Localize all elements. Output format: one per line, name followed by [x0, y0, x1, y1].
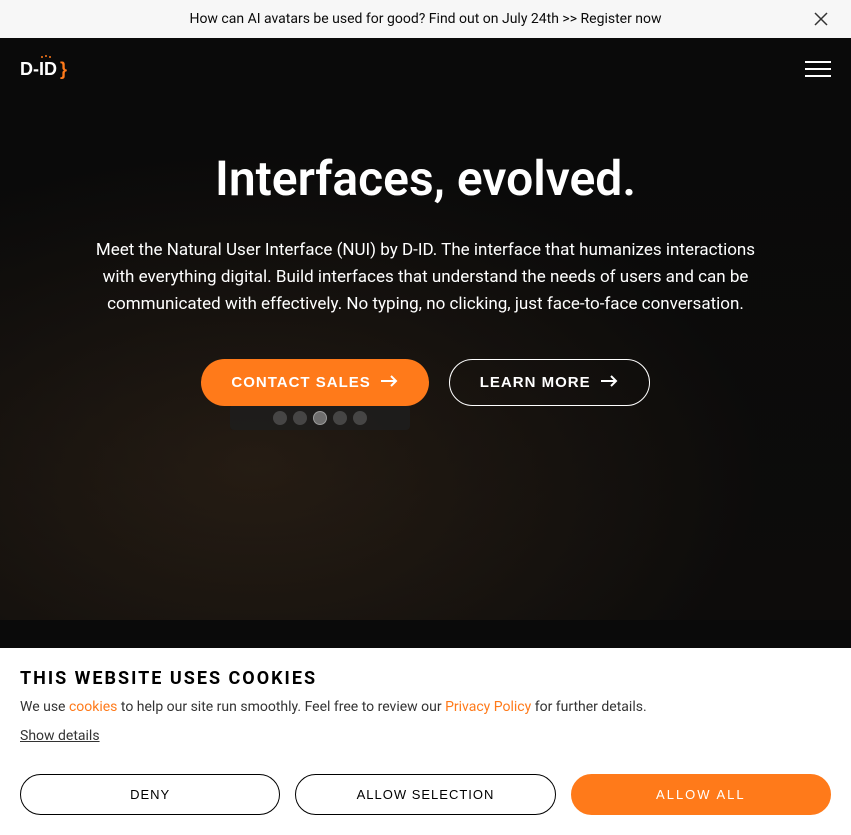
- privacy-policy-link[interactable]: Privacy Policy: [445, 699, 531, 715]
- show-details-link[interactable]: Show details: [20, 728, 100, 744]
- learn-more-button[interactable]: LEARN MORE: [449, 359, 650, 406]
- close-icon[interactable]: [811, 9, 831, 29]
- allow-selection-button[interactable]: ALLOW SELECTION: [295, 774, 555, 815]
- video-preview-controls: [230, 405, 410, 430]
- hamburger-line: [805, 75, 831, 77]
- site-header: D-ID }: [0, 38, 851, 100]
- hamburger-menu-icon[interactable]: [805, 61, 831, 77]
- logo[interactable]: D-ID }: [20, 53, 70, 85]
- cookies-link[interactable]: cookies: [69, 699, 117, 715]
- announcement-text[interactable]: How can AI avatars be used for good? Fin…: [189, 11, 661, 27]
- hero-content: Interfaces, evolved. Meet the Natural Us…: [40, 150, 811, 406]
- cookie-text-suffix: for further details.: [531, 699, 646, 715]
- hero-section: Interfaces, evolved. Meet the Natural Us…: [0, 100, 851, 620]
- deny-button[interactable]: DENY: [20, 774, 280, 815]
- cookie-text-mid: to help our site run smoothly. Feel free…: [117, 699, 445, 715]
- hero-description: Meet the Natural User Interface (NUI) by…: [86, 237, 766, 319]
- cookie-banner: THIS WEBSITE USES COOKIES We use cookies…: [0, 648, 851, 835]
- hero-buttons: CONTACT SALES LEARN MORE: [40, 359, 811, 406]
- hamburger-line: [805, 61, 831, 63]
- control-dot: [293, 411, 307, 425]
- control-dot: [273, 411, 287, 425]
- control-dot: [333, 411, 347, 425]
- cookie-text: We use cookies to help our site run smoo…: [20, 699, 831, 715]
- button-label: CONTACT SALES: [231, 374, 370, 391]
- svg-text:D-ID: D-ID: [20, 59, 57, 79]
- announcement-bar: How can AI avatars be used for good? Fin…: [0, 0, 851, 38]
- cookie-text-prefix: We use: [20, 699, 69, 715]
- cookie-buttons: DENY ALLOW SELECTION ALLOW ALL: [20, 774, 831, 815]
- arrow-right-icon: [601, 374, 619, 391]
- contact-sales-button[interactable]: CONTACT SALES: [201, 359, 428, 406]
- arrow-right-icon: [381, 374, 399, 391]
- hamburger-line: [805, 68, 831, 70]
- hero-title: Interfaces, evolved.: [40, 150, 811, 207]
- cookie-title: THIS WEBSITE USES COOKIES: [20, 668, 831, 689]
- button-label: LEARN MORE: [480, 374, 591, 391]
- allow-all-button[interactable]: ALLOW ALL: [571, 774, 831, 815]
- control-dot: [353, 411, 367, 425]
- control-dot: [313, 411, 327, 425]
- svg-text:}: }: [60, 59, 67, 79]
